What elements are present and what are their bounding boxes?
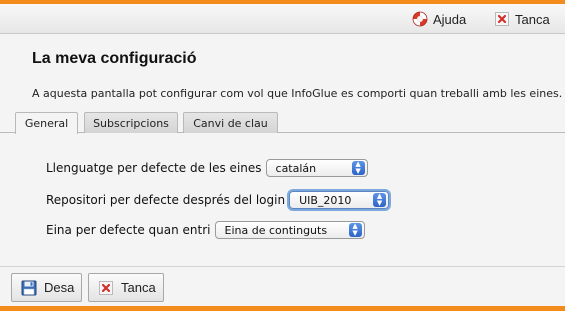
default-tool-select-value: Eina de continguts — [224, 223, 328, 237]
close-icon — [495, 12, 509, 26]
close-label-bottom: Tanca — [121, 280, 156, 295]
page-description: A aquesta pantalla pot configurar com vo… — [32, 87, 563, 100]
default-tool-label: Eina per defecte quan entri — [46, 223, 211, 237]
save-button[interactable]: Desa — [11, 273, 82, 302]
select-arrows-icon: ▲ ▼ — [351, 161, 365, 175]
repository-select-value: UIB_2010 — [299, 193, 352, 207]
close-button-bottom[interactable]: Tanca — [88, 273, 164, 302]
select-arrows-icon: ▲ ▼ — [373, 193, 387, 207]
repository-select[interactable]: UIB_2010 ▲ ▼ — [289, 191, 390, 209]
tab-general[interactable]: General — [15, 112, 78, 134]
help-label: Ajuda — [433, 11, 467, 27]
page-title: La meva configuració — [32, 50, 197, 67]
close-label-top: Tanca — [515, 11, 550, 27]
form-row-repository: Repositori per defecte després del login… — [46, 190, 390, 210]
close-icon — [99, 280, 113, 295]
help-button[interactable]: Ajuda — [412, 9, 466, 29]
top-toolbar: Ajuda Tanca — [0, 4, 565, 34]
close-button-top[interactable]: Tanca — [494, 9, 550, 29]
default-tool-select[interactable]: Eina de continguts ▲ ▼ — [214, 221, 365, 239]
repository-label: Repositori per defecte després del login — [46, 193, 286, 207]
language-label: Llenguatge per defecte de les eines — [46, 161, 262, 175]
language-select[interactable]: catalán ▲ ▼ — [265, 159, 368, 177]
footer-divider — [0, 266, 565, 267]
lifebuoy-icon — [412, 11, 428, 27]
save-label: Desa — [44, 280, 75, 295]
floppy-disk-icon — [21, 280, 37, 295]
select-arrows-icon: ▲ ▼ — [348, 223, 362, 237]
bottom-accent-bar — [0, 306, 565, 311]
tab-bar: General Subscripcions Canvi de clau — [0, 112, 565, 134]
tab-change-password[interactable]: Canvi de clau — [183, 112, 278, 133]
tab-subscriptions[interactable]: Subscripcions — [84, 112, 178, 133]
language-select-value: catalán — [275, 161, 317, 175]
form-row-default-tool: Eina per defecte quan entri Eina de cont… — [46, 220, 365, 240]
form-row-language: Llenguatge per defecte de les eines cata… — [46, 158, 368, 178]
